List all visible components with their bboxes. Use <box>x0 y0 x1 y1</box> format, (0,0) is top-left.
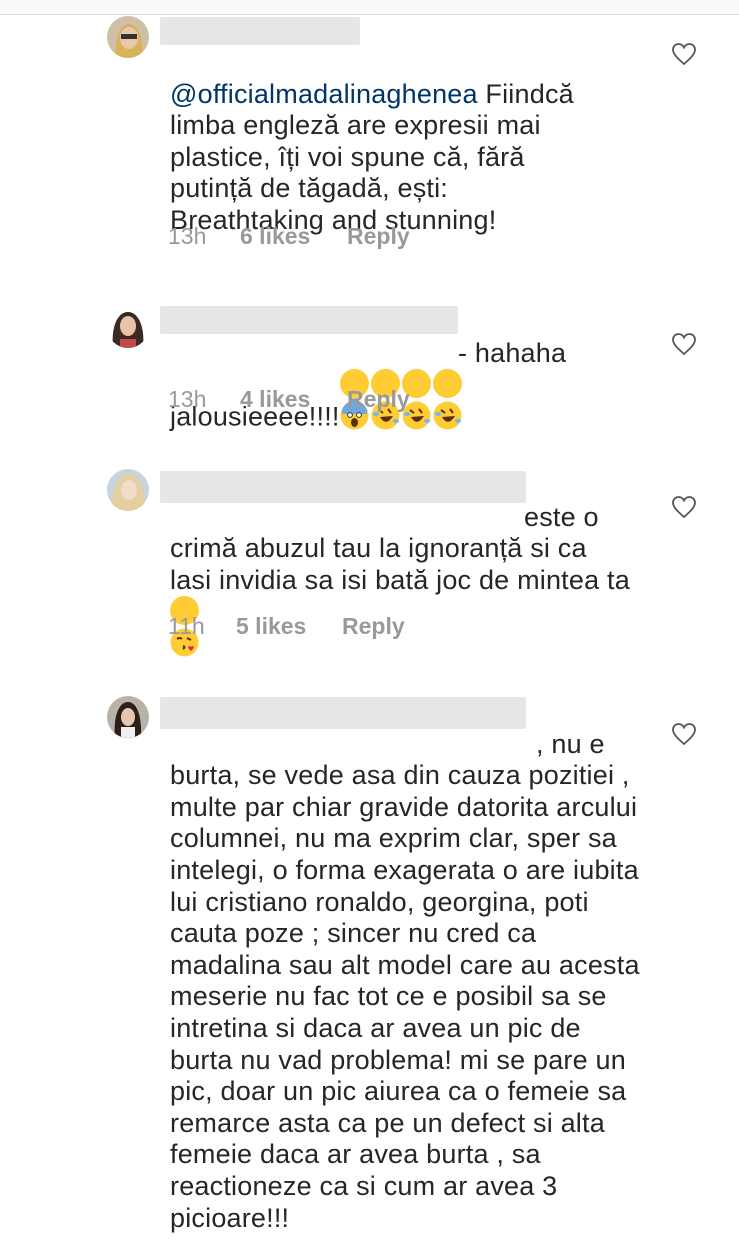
comment-text: , nu e burta, se vede asa din cauza pozi… <box>170 728 640 1233</box>
redacted-username <box>160 17 360 45</box>
comment-meta: 13h 6 likes Reply <box>168 223 410 250</box>
avatar[interactable] <box>107 696 149 738</box>
comment-meta: 11h 5 likes Reply <box>168 613 405 640</box>
rolling-on-floor-laughing-icon <box>432 369 462 430</box>
comment-time: 11h <box>168 613 205 639</box>
heart-outline-icon[interactable] <box>671 42 697 66</box>
reply-button[interactable]: Reply <box>342 613 405 640</box>
comment-time: 13h <box>168 223 207 249</box>
reply-button[interactable]: Reply <box>347 386 410 413</box>
heart-outline-icon[interactable] <box>671 495 697 519</box>
avatar[interactable] <box>107 306 149 348</box>
comment-time: 13h <box>168 386 207 412</box>
top-bar <box>0 0 739 15</box>
likes-count[interactable]: 4 likes <box>240 386 347 413</box>
comment-meta: 13h 4 likes Reply <box>168 386 410 413</box>
heart-outline-icon[interactable] <box>671 722 697 746</box>
heart-outline-icon[interactable] <box>671 332 697 356</box>
avatar[interactable] <box>107 469 149 511</box>
likes-count[interactable]: 5 likes <box>236 613 342 640</box>
reply-button[interactable]: Reply <box>347 223 410 250</box>
comment-text: @officialmadalinaghenea Fiindcă limba en… <box>170 78 574 235</box>
likes-count[interactable]: 6 likes <box>240 223 347 250</box>
mention-link[interactable]: @officialmadalinaghenea <box>170 79 478 109</box>
comment-text: - hahaha jalousieeee!!!! <box>170 337 567 432</box>
avatar[interactable] <box>107 16 149 58</box>
